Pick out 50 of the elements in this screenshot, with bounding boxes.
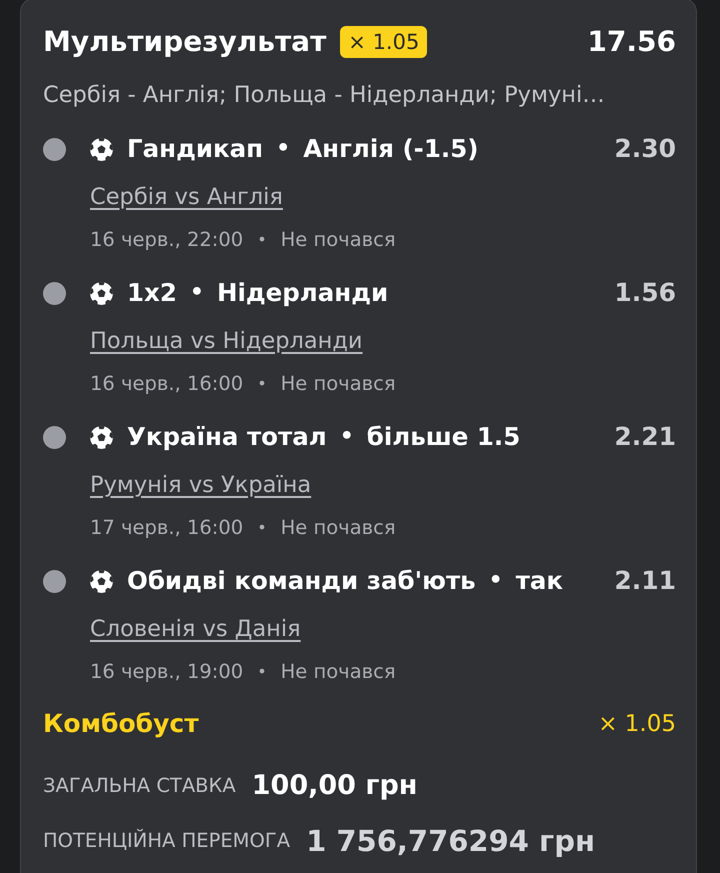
boost-badge: × 1.05 bbox=[340, 26, 428, 58]
bet-title: Мультирезультат bbox=[43, 24, 326, 60]
match-date: 16 черв., 22:00 bbox=[90, 227, 244, 253]
match-link[interactable]: Польща vs Нідерланди bbox=[90, 325, 363, 357]
soccer-ball-icon bbox=[90, 138, 113, 160]
total-label: ПОТЕНЦІЙНА ПЕРЕМОГА bbox=[43, 828, 290, 854]
match-status: Не почався bbox=[280, 227, 396, 253]
status-dot-icon bbox=[43, 570, 66, 592]
match-date: 16 черв., 19:00 bbox=[90, 659, 244, 685]
market-name: Україна тотал bbox=[127, 421, 327, 453]
total-value: 1 756,776294 грн bbox=[306, 823, 596, 860]
separator-bullet: • bbox=[257, 229, 267, 251]
selected-outcome: Англія (-1.5) bbox=[303, 133, 478, 165]
selected-outcome: так bbox=[516, 565, 564, 597]
events-summary: Сербія - Англія; Польща - Нідерланди; Румуні… bbox=[43, 81, 606, 110]
match-status: Не почався bbox=[280, 371, 396, 397]
match-link[interactable]: Сербія vs Англія bbox=[90, 181, 283, 213]
total-odds: 17.56 bbox=[587, 24, 676, 60]
separator-bullet: • bbox=[257, 517, 267, 539]
selection-odds: 2.11 bbox=[614, 565, 676, 597]
match-date: 16 черв., 16:00 bbox=[90, 371, 244, 397]
status-dot-icon bbox=[43, 282, 66, 304]
soccer-ball-icon bbox=[90, 570, 113, 592]
selection-odds: 1.56 bbox=[614, 277, 676, 309]
separator-bullet: • bbox=[340, 423, 354, 451]
combo-boost-multiplier: × 1.05 bbox=[598, 710, 676, 739]
separator-bullet: • bbox=[488, 567, 503, 595]
soccer-ball-icon bbox=[90, 282, 113, 304]
separator-bullet: • bbox=[257, 373, 267, 395]
separator-bullet: • bbox=[276, 135, 290, 163]
status-dot-icon bbox=[43, 138, 66, 160]
total-value: 100,00 грн bbox=[252, 769, 418, 803]
market-name: Гандикап bbox=[127, 133, 264, 165]
match-date: 17 черв., 16:00 bbox=[90, 515, 244, 541]
total-label: ЗАГАЛЬНА СТАВКА bbox=[43, 773, 236, 799]
selection-odds: 2.30 bbox=[614, 133, 676, 165]
match-status: Не почався bbox=[280, 515, 396, 541]
soccer-ball-icon bbox=[90, 426, 113, 448]
market-name: Обидві команди заб'ють bbox=[127, 565, 476, 597]
match-link[interactable]: Румунія vs Україна bbox=[90, 469, 312, 501]
selected-outcome: більше 1.5 bbox=[366, 421, 520, 453]
selection-odds: 2.21 bbox=[614, 421, 676, 453]
market-name: 1x2 bbox=[127, 277, 177, 309]
match-status: Не почався bbox=[280, 659, 396, 685]
separator-bullet: • bbox=[190, 279, 204, 307]
selected-outcome: Нідерланди bbox=[216, 277, 388, 309]
status-dot-icon bbox=[43, 426, 66, 448]
match-link[interactable]: Словенія vs Данія bbox=[90, 613, 301, 645]
separator-bullet: • bbox=[257, 661, 267, 683]
combo-boost-label: Комбобуст bbox=[43, 708, 199, 740]
